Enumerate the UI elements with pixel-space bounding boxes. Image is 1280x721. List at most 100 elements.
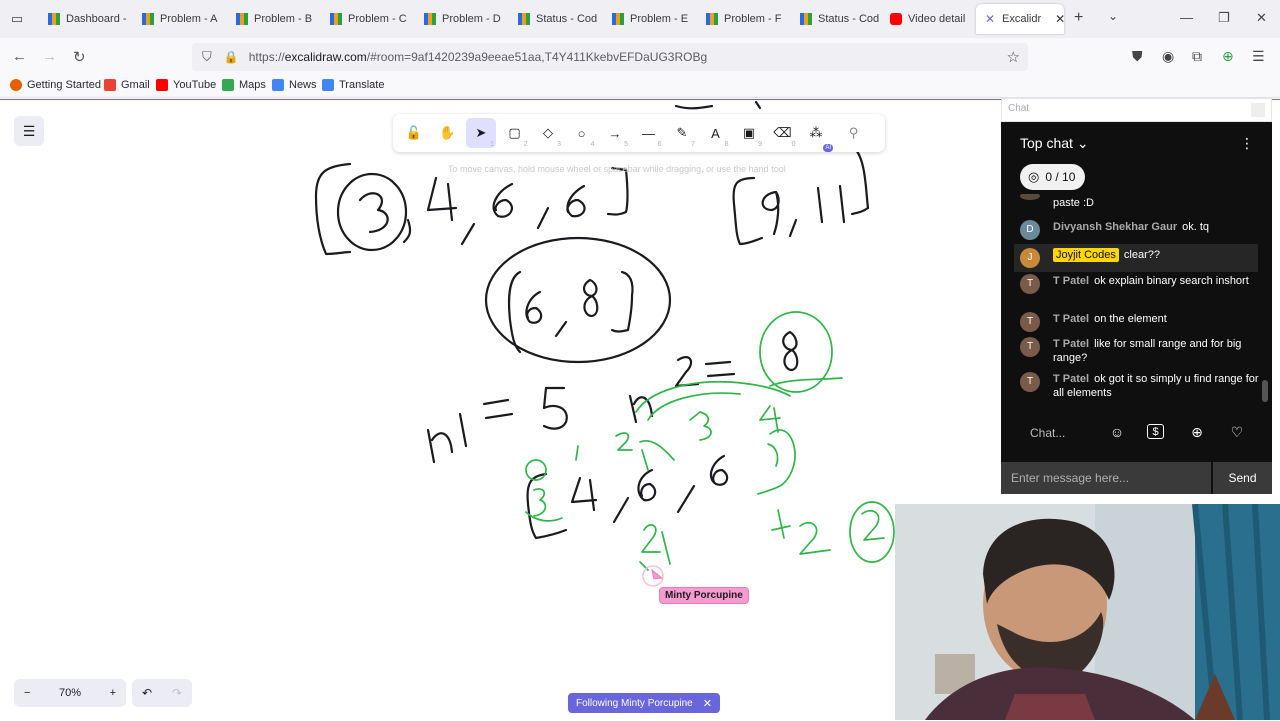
ai-badge: AI [823,144,833,152]
account-icon[interactable]: ◉ [1162,48,1174,65]
lock-icon[interactable]: 🔒 [224,50,239,64]
chat-scrollbar[interactable] [1262,380,1268,402]
undo-icon[interactable]: ↶ [142,686,152,700]
library-button[interactable]: ⚲ [839,118,869,148]
image-tool-button[interactable]: ▣ 9 [734,118,764,148]
following-banner[interactable]: Following Minty Porcupine ✕ [568,693,720,713]
bookmark-news[interactable]: News [272,79,317,91]
tab-problem-b[interactable]: Problem - B [228,4,322,34]
tab-excalidraw[interactable]: ✕ Excalidr ✕ [976,4,1064,34]
diamond-icon: ◇ [543,125,553,140]
selection-tool-button[interactable]: ➤ 1 [466,118,496,148]
tab-problem-a[interactable]: Problem - A [134,4,228,34]
hand-tool-button[interactable]: ✋ [433,118,463,148]
shield-icon[interactable]: ⛉ [202,49,212,65]
shortcut-number: 9 [758,141,762,148]
collaborator-cursor [642,565,664,587]
tab-status-2[interactable]: Status - Cod [792,4,886,34]
add-circle-icon[interactable]: ⊕ [1187,422,1207,442]
ellipse-icon: ○ [577,125,586,141]
more-vert-icon[interactable]: ⋮ [1240,135,1254,152]
reload-icon[interactable]: ↻ [73,48,86,66]
arrow-tool-button[interactable]: → 5 [600,118,630,149]
stop-following-icon[interactable]: ✕ [703,697,712,710]
pocket-icon[interactable]: ⛊ [1132,48,1143,65]
shortcut-number: 7 [691,141,695,148]
menu-icon[interactable]: ☰ [1252,48,1265,65]
bookmark-youtube[interactable]: YouTube [156,79,216,91]
arrow-icon: → [608,125,622,141]
zoom-level[interactable]: 70% [59,687,81,699]
chat-message: D Divyansh Shekhar Gaur ok. tq [1020,220,1260,240]
more-tools-button[interactable]: ⁂ AI [801,118,833,152]
close-tab-icon[interactable]: ✕ [1055,12,1064,26]
chevron-down-icon: ⌄ [1076,135,1089,151]
send-button[interactable]: Send [1213,462,1272,494]
zoom-in-button[interactable]: + [110,687,116,699]
shortcut-number: 8 [724,141,729,148]
chart-icon [142,13,154,25]
collaborator-name-tag: Minty Porcupine [659,587,749,604]
restore-icon[interactable]: ❐ [1218,10,1230,26]
address-bar[interactable]: ⛉ 🔒 https://excalidraw.com/#room=9af1420… [192,43,1028,71]
diamond-tool-button[interactable]: ◇ 3 [533,118,563,148]
shortcut-number: 2 [523,141,528,148]
chat-message-highlighted: J Joyjit Codes clear?? [1014,244,1258,272]
bookmark-getting-started[interactable]: Getting Started [10,79,101,91]
tab-problem-c[interactable]: Problem - C [322,4,416,34]
tab-problem-f[interactable]: Problem - F [698,4,792,34]
bookmark-gmail[interactable]: Gmail [104,79,150,91]
redo-icon[interactable]: ↷ [172,686,182,700]
rectangle-tool-button[interactable]: ▢ 2 [500,118,530,148]
pencil-tool-button[interactable]: ✎ 7 [667,118,697,148]
chat-window-close-icon[interactable] [1251,103,1265,117]
tab-problem-e[interactable]: Problem - E [604,4,698,34]
bookmark-star-icon[interactable]: ☆ [1007,48,1020,66]
line-tool-button[interactable]: —6 [634,118,664,149]
maps-icon [222,79,234,91]
ellipse-tool-button[interactable]: ○ 4 [567,118,597,149]
avatar [1020,194,1040,200]
chat-input[interactable]: Chat... [1030,426,1065,440]
chat-message-list[interactable]: paste :D D Divyansh Shekhar Gaur ok. tq J… [1001,194,1272,410]
gmail-icon [104,79,116,91]
chart-icon [330,13,342,25]
back-icon[interactable]: ← [12,48,27,65]
text-tool-button[interactable]: A8 [701,118,731,149]
shortcut-number: 6 [657,141,662,148]
bookmark-translate[interactable]: Translate [322,79,384,91]
tab-video-detail[interactable]: Video detail [882,4,974,34]
tab-problem-d[interactable]: Problem - D [416,4,510,34]
extensions-icon[interactable]: ⧉ [1192,48,1202,65]
tab-status-1[interactable]: Status - Cod [510,4,604,34]
webcam-image [895,504,1280,720]
top-chat-dropdown[interactable]: Top chat ⌄ [1020,135,1089,152]
following-label: Following Minty Porcupine [576,697,693,709]
eraser-tool-button[interactable]: ⌫ 0 [768,118,798,148]
news-icon [272,79,284,91]
library-icon: ⚲ [848,125,859,140]
zoom-out-button[interactable]: − [24,687,30,699]
minimize-icon[interactable]: — [1180,10,1193,25]
bookmark-maps[interactable]: Maps [222,79,266,91]
chat-goal-pill[interactable]: ◎ 0 / 10 [1020,164,1086,190]
new-tab-icon[interactable]: + [1074,9,1083,27]
chevron-down-icon[interactable]: ⌄ [1108,9,1118,23]
forward-icon[interactable]: → [42,48,57,65]
heart-icon[interactable]: ♡ [1227,422,1247,442]
close-window-icon[interactable]: ✕ [1256,10,1267,26]
tab-overview-icon[interactable]: ▭ [6,8,28,30]
emoji-icon[interactable]: ☺ [1107,422,1127,442]
lock-tool-button[interactable]: 🔓 [399,118,429,148]
live-chat-panel: Top chat ⌄ ⋮ ◎ 0 / 10 paste :D D Divyansh… [1001,122,1272,494]
tab-dashboard[interactable]: Dashboard - [40,4,134,34]
main-menu-button[interactable]: ☰ [14,116,44,146]
firefox-icon [10,79,22,91]
browser-tab-bar: ▭ Dashboard - Problem - A Problem - B Pr… [0,0,1280,38]
super-chat-icon[interactable]: $ [1147,424,1164,439]
add-extension-icon[interactable]: ⊕ [1222,48,1234,65]
chat-message: T T Patel like for small range and for bi… [1020,337,1260,365]
message-input[interactable] [1001,462,1211,494]
chart-icon [800,13,812,25]
hand-icon: ✋ [439,125,456,140]
